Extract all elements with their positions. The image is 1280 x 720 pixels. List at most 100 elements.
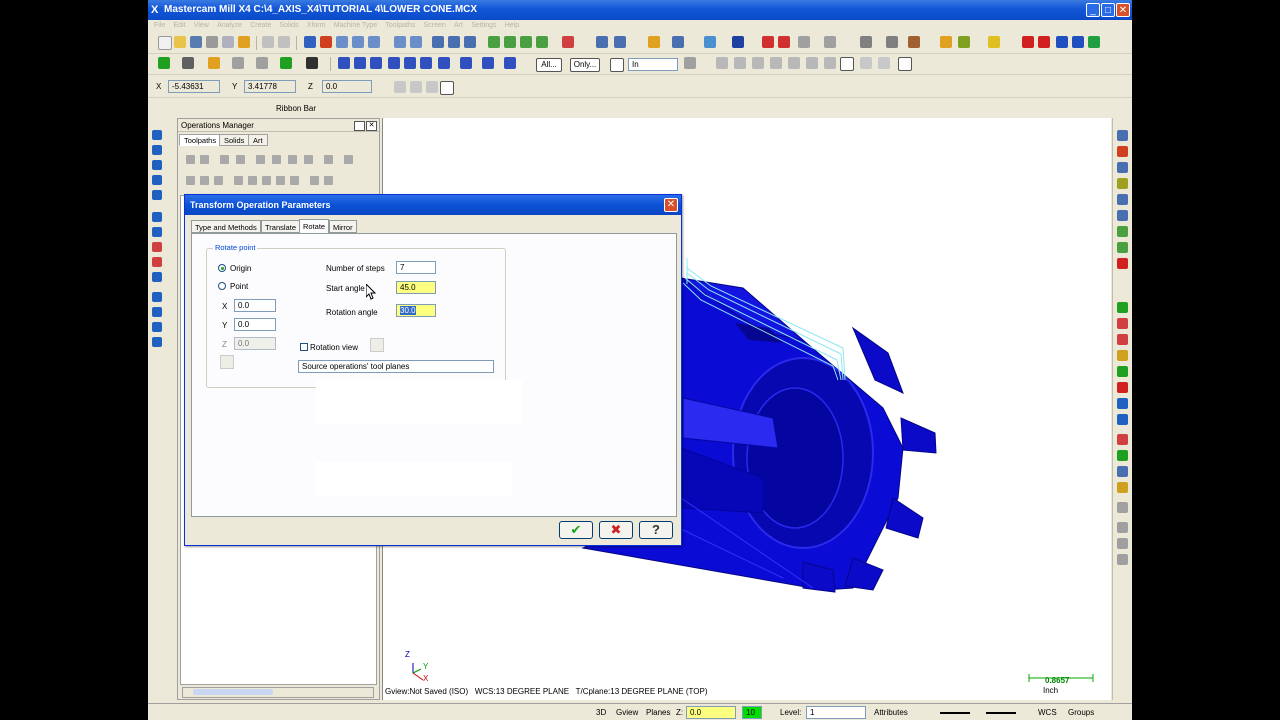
tool-icon[interactable] (908, 36, 920, 48)
create-rectangle-icon[interactable] (1117, 382, 1128, 393)
z-field[interactable]: 0.0 (234, 337, 276, 350)
menu-file[interactable]: File (154, 20, 165, 32)
chain-select-icon[interactable] (716, 57, 728, 69)
analyze-distance-icon[interactable] (1117, 538, 1128, 549)
select-dirty-icon[interactable] (200, 155, 209, 164)
toggle-display-icon[interactable] (200, 176, 209, 185)
drill-toolpath-icon[interactable] (1117, 194, 1128, 205)
revolve-icon[interactable] (152, 145, 162, 155)
shading-icon[interactable] (448, 36, 460, 48)
arc-icon[interactable] (208, 57, 220, 69)
solid-layout-icon[interactable] (152, 272, 162, 282)
undelete-icon[interactable] (1117, 450, 1128, 461)
backplot-icon[interactable] (256, 155, 265, 164)
menu-toolpaths[interactable]: Toolpaths (385, 20, 415, 32)
area-select-icon[interactable] (788, 57, 800, 69)
mask-select-icon[interactable] (806, 57, 818, 69)
autocursor-icon[interactable] (394, 81, 406, 93)
print-preview-icon[interactable] (222, 36, 234, 48)
regenerate-icon[interactable] (220, 155, 229, 164)
single-op-icon[interactable] (310, 176, 319, 185)
select-only-button[interactable]: Only... (570, 58, 600, 72)
verify-icon[interactable] (272, 155, 281, 164)
fast-point-icon[interactable] (410, 81, 422, 93)
maximize-button[interactable]: □ (1101, 3, 1115, 17)
cube-front-icon[interactable] (504, 36, 516, 48)
line-style-selector[interactable] (940, 712, 970, 714)
gview-icon[interactable] (672, 36, 684, 48)
dimension-icon[interactable] (1056, 36, 1068, 48)
menu-xform[interactable]: Xform (307, 20, 326, 32)
select-all-button[interactable]: All... (536, 58, 562, 72)
regenerate-dirty-icon[interactable] (236, 155, 245, 164)
cube-iso-icon[interactable] (536, 36, 548, 48)
planes-button[interactable]: Planes (646, 708, 670, 717)
help-select-icon[interactable] (898, 57, 912, 71)
close-icon[interactable]: ✕ (366, 121, 377, 131)
menu-screen[interactable]: Screen (424, 20, 446, 32)
tab-solids[interactable]: Solids (219, 134, 250, 146)
shaded-cube-icon[interactable] (562, 36, 574, 48)
edit-icon[interactable] (324, 155, 333, 164)
post-icon[interactable] (288, 155, 297, 164)
create-surface-icon[interactable] (1117, 398, 1128, 409)
hide-icon[interactable] (1117, 466, 1128, 477)
confirm-icon[interactable] (840, 57, 854, 71)
analyze-entity-icon[interactable] (1117, 522, 1128, 533)
dialog-close-button[interactable]: ✕ (664, 198, 678, 212)
rotation-angle-field[interactable]: 30.0 (396, 304, 436, 317)
tab-translate[interactable]: Translate (261, 220, 300, 233)
shell-icon[interactable] (152, 212, 162, 222)
arrow-swap-icon[interactable] (276, 176, 285, 185)
create-circle-icon[interactable] (1117, 350, 1128, 361)
xform-array-icon[interactable] (438, 57, 450, 69)
menu-create[interactable]: Create (250, 20, 271, 32)
attributes-button[interactable]: Attributes (874, 708, 908, 717)
toggle-post-icon[interactable] (214, 176, 223, 185)
chamfer-icon[interactable] (256, 57, 268, 69)
surface-rough-icon[interactable] (1117, 226, 1128, 237)
menu-art[interactable]: Art (454, 20, 463, 32)
tab-art[interactable]: Art (248, 134, 268, 146)
find-features-icon[interactable] (152, 292, 162, 302)
tab-type-and-methods[interactable]: Type and Methods (191, 220, 261, 233)
xform-rotate-icon[interactable] (354, 57, 366, 69)
move-up-icon[interactable] (248, 176, 257, 185)
new-file-icon[interactable] (158, 36, 172, 50)
cplane-icon[interactable] (596, 36, 608, 48)
cube-top-icon[interactable] (488, 36, 500, 48)
tab-rotate[interactable]: Rotate (299, 219, 330, 233)
select-all-ops-icon[interactable] (186, 155, 195, 164)
z-depth-field[interactable]: 0.0 (686, 706, 736, 719)
trim-solid-icon[interactable] (152, 227, 162, 237)
xform-project-icon[interactable] (420, 57, 432, 69)
mill-icon[interactable] (886, 36, 898, 48)
solid-fillet-icon[interactable] (152, 190, 162, 200)
horizontal-scrollbar[interactable] (182, 687, 374, 698)
tplane-icon[interactable] (614, 36, 626, 48)
cancel-button[interactable]: ✖ (599, 521, 633, 539)
xform-translate-icon[interactable] (338, 57, 350, 69)
create-spline-icon[interactable] (1117, 366, 1128, 377)
fit-icon[interactable] (320, 36, 332, 48)
zoom-target-icon[interactable] (394, 36, 406, 48)
drill-icon[interactable] (860, 36, 872, 48)
cancel-select-icon[interactable] (860, 57, 872, 69)
pocket-icon[interactable] (1117, 162, 1128, 173)
steps-field[interactable]: 7 (396, 261, 436, 274)
x-coord-field[interactable]: -5.43631 (168, 80, 220, 93)
high-feed-icon[interactable] (304, 155, 313, 164)
zoom-out-icon[interactable] (368, 36, 380, 48)
delete-icon[interactable] (1117, 434, 1128, 445)
insert-arrow-icon[interactable] (262, 176, 271, 185)
xform-stretch-icon[interactable] (504, 57, 516, 69)
x-field[interactable]: 0.0 (234, 299, 276, 312)
boolean-icon[interactable] (152, 242, 162, 252)
line-width-selector[interactable] (986, 712, 1016, 714)
wand-icon[interactable] (958, 36, 970, 48)
menu-analyze[interactable]: Analyze (217, 20, 242, 32)
analyze-icon[interactable] (1022, 36, 1034, 48)
mill-toolpath-icon[interactable] (1117, 130, 1128, 141)
menu-edit[interactable]: Edit (174, 20, 186, 32)
spline-icon[interactable] (280, 57, 292, 69)
